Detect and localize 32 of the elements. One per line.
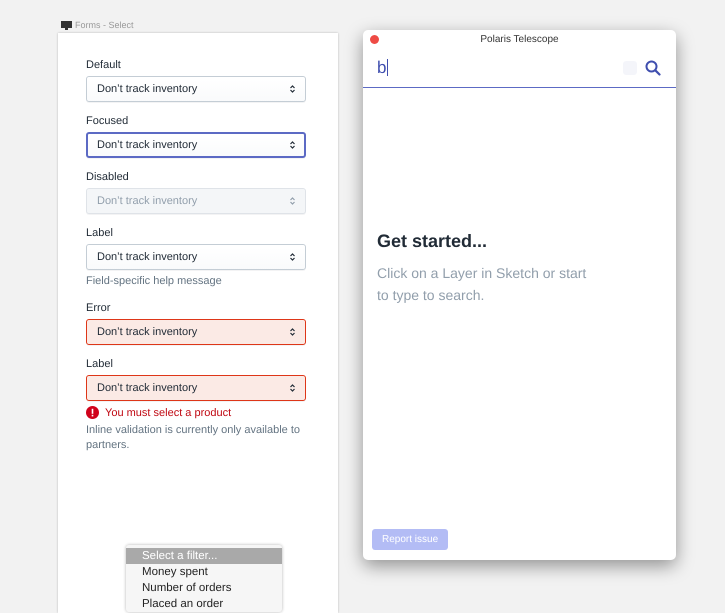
menu-item[interactable]: Money spent [126, 564, 282, 580]
error-message: You must select a product [105, 406, 232, 418]
chevron-updown-icon [290, 85, 295, 93]
artboard-title: Forms - Select [75, 20, 134, 30]
chevron-updown-icon [290, 384, 295, 392]
field-label: Disabled [86, 171, 130, 183]
field-label: Default [86, 59, 122, 71]
help-text: Inline validation is currently only available to partners. [86, 423, 302, 453]
heading: Get started... [377, 231, 488, 252]
select-field[interactable]: Don’t track inventory [86, 76, 306, 102]
search-field[interactable]: b [377, 58, 615, 78]
alert-icon [86, 406, 99, 419]
select-field[interactable]: Don’t track inventory [86, 375, 306, 401]
search-icon[interactable] [645, 60, 661, 76]
menu-item[interactable]: Placed an order [126, 596, 282, 612]
monitor-icon [61, 20, 72, 30]
field-label: Label [86, 227, 114, 239]
help-text: Field-specific help message [86, 274, 223, 289]
chevron-updown-icon [290, 197, 295, 205]
window-title: Polaris Telescope [480, 34, 559, 44]
menu-item[interactable]: Number of orders [126, 580, 282, 596]
select-field[interactable]: Don’t track inventory [86, 132, 306, 158]
chevron-updown-icon [290, 328, 295, 336]
close-button[interactable] [370, 35, 379, 44]
field-label: Focused [86, 115, 130, 127]
chevron-updown-icon [290, 141, 295, 149]
field-label: Label [86, 358, 114, 370]
select-field[interactable]: Don’t track inventory [86, 319, 306, 345]
chevron-updown-icon [290, 253, 295, 261]
select-field[interactable]: Don’t track inventory [86, 244, 306, 270]
empty-state-message: Click on a Layer in Sketch or start to type to search. [377, 264, 587, 305]
field-label: Error [86, 302, 112, 314]
